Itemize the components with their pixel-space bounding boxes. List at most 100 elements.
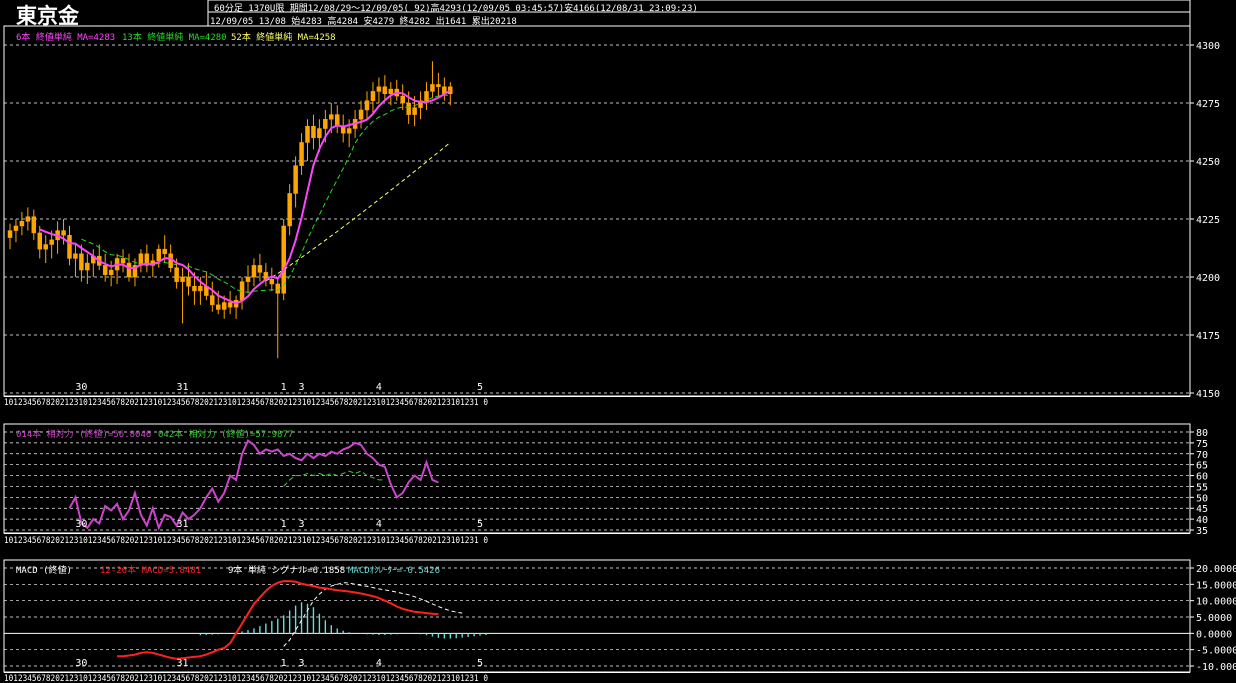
candle-body (108, 269, 114, 275)
ma13-line (81, 94, 451, 293)
candle-body (346, 128, 352, 134)
y-tick-label: 35 (1196, 526, 1208, 537)
day-label: 30 (75, 519, 87, 530)
y-tick-label: 4225 (1196, 215, 1220, 226)
candle-body (269, 279, 275, 285)
candle-body (19, 221, 25, 227)
chart-canvas: 4150417542004225425042754300101234567820… (3, 0, 1236, 683)
y-tick-label: 15.0000 (1196, 580, 1236, 591)
legend-macd-title: MACD (終値) (16, 566, 72, 576)
candle-body (180, 276, 185, 282)
candle-body (311, 125, 316, 139)
legend-osc: MACDｵｼﾚｰﾀｰ=-0.5426 (348, 566, 441, 576)
legend-ma13: 13本 終値単純 MA=4280 (122, 33, 227, 43)
ma6-line (39, 89, 451, 305)
y-tick-label: 60 (1196, 472, 1208, 483)
candle-body (299, 142, 304, 166)
legend-ma6: 6本 終値単純 MA=4283 (16, 33, 116, 43)
candle-body (412, 107, 417, 115)
chart-stage: 東京金 60分足 1370U限 期間12/08/29〜12/09/05( 92)… (0, 0, 1236, 683)
y-tick-label: 4175 (1196, 331, 1220, 342)
candle-body (73, 253, 78, 259)
day-label: 4 (376, 658, 382, 669)
candle-body (31, 216, 37, 234)
candle-body (364, 100, 370, 111)
y-tick-label: 5.0000 (1196, 613, 1232, 624)
candle-body (61, 230, 66, 236)
candle-body (79, 253, 84, 271)
candle-body (436, 84, 441, 88)
day-label: 1 (281, 519, 287, 530)
day-label: 4 (376, 382, 382, 393)
y-tick-label: 55 (1196, 482, 1208, 493)
candle-body (162, 248, 167, 255)
candle-body (7, 230, 13, 238)
candle-body (49, 239, 54, 245)
y-tick-label: -5.0000 (1196, 646, 1236, 657)
day-label: 30 (75, 382, 87, 393)
y-tick-label: 45 (1196, 504, 1208, 515)
candle-body (245, 276, 251, 282)
candle-body (251, 265, 257, 278)
day-label: 4 (376, 519, 382, 530)
day-label: 3 (299, 658, 305, 669)
day-label: 3 (299, 382, 305, 393)
legend-macd: 12-26本 MACD=5.8481 (100, 566, 202, 576)
hour-axis-labels: 1012345678202123101234567820212310123456… (4, 536, 488, 546)
candle-body (120, 258, 126, 264)
day-label: 5 (477, 519, 483, 530)
legend-rsi42: 042本 相対力 (終値)=57.9877 (158, 430, 294, 440)
candle-body (388, 88, 394, 94)
panel-frame-0 (3, 25, 1191, 397)
day-label: 31 (177, 382, 189, 393)
y-tick-label: 4250 (1196, 157, 1220, 168)
candle-body (85, 262, 90, 271)
candle-body (43, 244, 48, 250)
candle-body (174, 267, 179, 282)
y-tick-label: 4150 (1196, 389, 1220, 400)
day-label: 31 (177, 519, 189, 530)
y-tick-label: 4300 (1196, 41, 1220, 52)
candle-body (37, 232, 42, 250)
y-tick-label: 50 (1196, 493, 1208, 504)
y-tick-label: 80 (1196, 428, 1208, 439)
y-tick-label: 75 (1196, 439, 1208, 450)
rsi42-line (283, 470, 385, 487)
candle-body (156, 248, 161, 262)
day-label: 5 (477, 658, 483, 669)
candle-body (198, 286, 203, 292)
panel-frame-2 (3, 559, 1191, 673)
candle-body (186, 276, 191, 287)
candle-body (376, 86, 382, 92)
candle-body (257, 265, 263, 273)
y-tick-label: 0.0000 (1196, 629, 1232, 640)
candle-body (317, 128, 322, 139)
candle-body (168, 253, 173, 268)
candle-body (126, 262, 132, 278)
candle-body (323, 118, 328, 129)
day-label: 1 (281, 382, 287, 393)
candle-body (192, 286, 197, 292)
candle-body (329, 114, 334, 120)
day-label: 1 (281, 658, 287, 669)
candle-body (227, 302, 233, 308)
candle-body (382, 86, 388, 94)
candle-body (370, 91, 376, 101)
legend-signal: 9本 単純 シグナル=6.1858 (228, 566, 346, 576)
y-tick-label: 20.0000 (1196, 564, 1236, 575)
y-tick-label: 4275 (1196, 99, 1220, 110)
candle-body (293, 165, 298, 194)
y-tick-label: -10.0000 (1196, 662, 1236, 673)
day-label: 31 (177, 658, 189, 669)
candle-body (305, 125, 310, 143)
y-tick-label: 70 (1196, 450, 1208, 461)
header-frame (207, 0, 1191, 27)
candle-body (358, 109, 364, 120)
candle-body (216, 304, 221, 310)
candle-body (430, 84, 435, 92)
hour-axis-labels: 1012345678202123101234567820212310123456… (4, 398, 488, 408)
candle-body (406, 102, 411, 115)
day-label: 3 (299, 519, 305, 530)
candle-body (102, 265, 108, 275)
hour-axis-labels: 1012345678202123101234567820212310123456… (4, 674, 488, 683)
